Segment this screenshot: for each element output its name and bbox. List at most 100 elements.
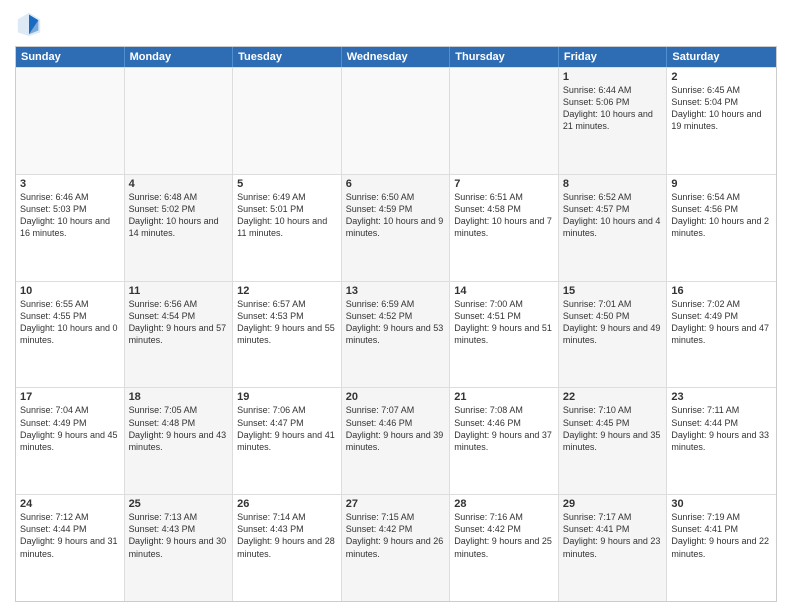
cell-info: Sunrise: 7:15 AM Sunset: 4:42 PM Dayligh… xyxy=(346,511,446,560)
cell-info: Sunrise: 7:00 AM Sunset: 4:51 PM Dayligh… xyxy=(454,298,554,347)
day-number: 2 xyxy=(671,71,772,83)
day-number: 29 xyxy=(563,498,663,510)
cell-info: Sunrise: 7:16 AM Sunset: 4:42 PM Dayligh… xyxy=(454,511,554,560)
calendar-cell xyxy=(342,68,451,174)
cell-info: Sunrise: 7:06 AM Sunset: 4:47 PM Dayligh… xyxy=(237,404,337,453)
day-number: 8 xyxy=(563,178,663,190)
day-number: 17 xyxy=(20,391,120,403)
cell-info: Sunrise: 6:52 AM Sunset: 4:57 PM Dayligh… xyxy=(563,191,663,240)
calendar-cell: 19Sunrise: 7:06 AM Sunset: 4:47 PM Dayli… xyxy=(233,388,342,494)
calendar-row: 17Sunrise: 7:04 AM Sunset: 4:49 PM Dayli… xyxy=(16,387,776,494)
header-day-tuesday: Tuesday xyxy=(233,47,342,67)
cell-info: Sunrise: 6:56 AM Sunset: 4:54 PM Dayligh… xyxy=(129,298,229,347)
calendar-header: SundayMondayTuesdayWednesdayThursdayFrid… xyxy=(16,47,776,67)
calendar-cell: 23Sunrise: 7:11 AM Sunset: 4:44 PM Dayli… xyxy=(667,388,776,494)
day-number: 21 xyxy=(454,391,554,403)
day-number: 1 xyxy=(563,71,663,83)
calendar-cell: 16Sunrise: 7:02 AM Sunset: 4:49 PM Dayli… xyxy=(667,282,776,388)
calendar-cell: 30Sunrise: 7:19 AM Sunset: 4:41 PM Dayli… xyxy=(667,495,776,601)
cell-info: Sunrise: 7:11 AM Sunset: 4:44 PM Dayligh… xyxy=(671,404,772,453)
calendar-cell: 28Sunrise: 7:16 AM Sunset: 4:42 PM Dayli… xyxy=(450,495,559,601)
calendar-cell: 20Sunrise: 7:07 AM Sunset: 4:46 PM Dayli… xyxy=(342,388,451,494)
calendar-cell: 3Sunrise: 6:46 AM Sunset: 5:03 PM Daylig… xyxy=(16,175,125,281)
day-number: 25 xyxy=(129,498,229,510)
day-number: 14 xyxy=(454,285,554,297)
calendar-cell: 25Sunrise: 7:13 AM Sunset: 4:43 PM Dayli… xyxy=(125,495,234,601)
header-day-sunday: Sunday xyxy=(16,47,125,67)
header-day-friday: Friday xyxy=(559,47,668,67)
calendar-cell: 14Sunrise: 7:00 AM Sunset: 4:51 PM Dayli… xyxy=(450,282,559,388)
calendar-cell xyxy=(16,68,125,174)
calendar-cell: 9Sunrise: 6:54 AM Sunset: 4:56 PM Daylig… xyxy=(667,175,776,281)
day-number: 6 xyxy=(346,178,446,190)
day-number: 10 xyxy=(20,285,120,297)
day-number: 16 xyxy=(671,285,772,297)
cell-info: Sunrise: 7:08 AM Sunset: 4:46 PM Dayligh… xyxy=(454,404,554,453)
logo xyxy=(15,10,47,38)
calendar-cell xyxy=(450,68,559,174)
calendar-cell: 18Sunrise: 7:05 AM Sunset: 4:48 PM Dayli… xyxy=(125,388,234,494)
calendar-cell: 15Sunrise: 7:01 AM Sunset: 4:50 PM Dayli… xyxy=(559,282,668,388)
cell-info: Sunrise: 6:49 AM Sunset: 5:01 PM Dayligh… xyxy=(237,191,337,240)
cell-info: Sunrise: 7:02 AM Sunset: 4:49 PM Dayligh… xyxy=(671,298,772,347)
header-day-monday: Monday xyxy=(125,47,234,67)
cell-info: Sunrise: 7:10 AM Sunset: 4:45 PM Dayligh… xyxy=(563,404,663,453)
calendar-row: 24Sunrise: 7:12 AM Sunset: 4:44 PM Dayli… xyxy=(16,494,776,601)
calendar-cell: 13Sunrise: 6:59 AM Sunset: 4:52 PM Dayli… xyxy=(342,282,451,388)
header-day-wednesday: Wednesday xyxy=(342,47,451,67)
cell-info: Sunrise: 7:19 AM Sunset: 4:41 PM Dayligh… xyxy=(671,511,772,560)
cell-info: Sunrise: 7:14 AM Sunset: 4:43 PM Dayligh… xyxy=(237,511,337,560)
day-number: 11 xyxy=(129,285,229,297)
day-number: 19 xyxy=(237,391,337,403)
calendar-row: 1Sunrise: 6:44 AM Sunset: 5:06 PM Daylig… xyxy=(16,67,776,174)
calendar-cell: 22Sunrise: 7:10 AM Sunset: 4:45 PM Dayli… xyxy=(559,388,668,494)
cell-info: Sunrise: 6:54 AM Sunset: 4:56 PM Dayligh… xyxy=(671,191,772,240)
day-number: 27 xyxy=(346,498,446,510)
calendar-cell: 29Sunrise: 7:17 AM Sunset: 4:41 PM Dayli… xyxy=(559,495,668,601)
day-number: 22 xyxy=(563,391,663,403)
cell-info: Sunrise: 7:05 AM Sunset: 4:48 PM Dayligh… xyxy=(129,404,229,453)
cell-info: Sunrise: 6:50 AM Sunset: 4:59 PM Dayligh… xyxy=(346,191,446,240)
calendar-row: 3Sunrise: 6:46 AM Sunset: 5:03 PM Daylig… xyxy=(16,174,776,281)
logo-icon xyxy=(15,10,43,38)
cell-info: Sunrise: 6:45 AM Sunset: 5:04 PM Dayligh… xyxy=(671,84,772,133)
cell-info: Sunrise: 7:07 AM Sunset: 4:46 PM Dayligh… xyxy=(346,404,446,453)
calendar-cell xyxy=(233,68,342,174)
calendar-cell: 26Sunrise: 7:14 AM Sunset: 4:43 PM Dayli… xyxy=(233,495,342,601)
calendar-cell: 8Sunrise: 6:52 AM Sunset: 4:57 PM Daylig… xyxy=(559,175,668,281)
header xyxy=(15,10,777,38)
cell-info: Sunrise: 6:51 AM Sunset: 4:58 PM Dayligh… xyxy=(454,191,554,240)
calendar-cell: 10Sunrise: 6:55 AM Sunset: 4:55 PM Dayli… xyxy=(16,282,125,388)
day-number: 26 xyxy=(237,498,337,510)
cell-info: Sunrise: 7:13 AM Sunset: 4:43 PM Dayligh… xyxy=(129,511,229,560)
cell-info: Sunrise: 6:59 AM Sunset: 4:52 PM Dayligh… xyxy=(346,298,446,347)
page: SundayMondayTuesdayWednesdayThursdayFrid… xyxy=(0,0,792,612)
day-number: 23 xyxy=(671,391,772,403)
calendar-cell: 4Sunrise: 6:48 AM Sunset: 5:02 PM Daylig… xyxy=(125,175,234,281)
day-number: 12 xyxy=(237,285,337,297)
calendar-cell: 21Sunrise: 7:08 AM Sunset: 4:46 PM Dayli… xyxy=(450,388,559,494)
cell-info: Sunrise: 7:17 AM Sunset: 4:41 PM Dayligh… xyxy=(563,511,663,560)
calendar-cell: 2Sunrise: 6:45 AM Sunset: 5:04 PM Daylig… xyxy=(667,68,776,174)
day-number: 20 xyxy=(346,391,446,403)
calendar: SundayMondayTuesdayWednesdayThursdayFrid… xyxy=(15,46,777,602)
calendar-cell: 1Sunrise: 6:44 AM Sunset: 5:06 PM Daylig… xyxy=(559,68,668,174)
calendar-cell xyxy=(125,68,234,174)
calendar-cell: 5Sunrise: 6:49 AM Sunset: 5:01 PM Daylig… xyxy=(233,175,342,281)
header-day-thursday: Thursday xyxy=(450,47,559,67)
calendar-cell: 6Sunrise: 6:50 AM Sunset: 4:59 PM Daylig… xyxy=(342,175,451,281)
day-number: 7 xyxy=(454,178,554,190)
day-number: 4 xyxy=(129,178,229,190)
calendar-cell: 27Sunrise: 7:15 AM Sunset: 4:42 PM Dayli… xyxy=(342,495,451,601)
day-number: 9 xyxy=(671,178,772,190)
calendar-cell: 24Sunrise: 7:12 AM Sunset: 4:44 PM Dayli… xyxy=(16,495,125,601)
header-day-saturday: Saturday xyxy=(667,47,776,67)
day-number: 28 xyxy=(454,498,554,510)
day-number: 18 xyxy=(129,391,229,403)
cell-info: Sunrise: 7:01 AM Sunset: 4:50 PM Dayligh… xyxy=(563,298,663,347)
cell-info: Sunrise: 6:44 AM Sunset: 5:06 PM Dayligh… xyxy=(563,84,663,133)
calendar-cell: 17Sunrise: 7:04 AM Sunset: 4:49 PM Dayli… xyxy=(16,388,125,494)
calendar-cell: 7Sunrise: 6:51 AM Sunset: 4:58 PM Daylig… xyxy=(450,175,559,281)
cell-info: Sunrise: 6:46 AM Sunset: 5:03 PM Dayligh… xyxy=(20,191,120,240)
cell-info: Sunrise: 6:57 AM Sunset: 4:53 PM Dayligh… xyxy=(237,298,337,347)
